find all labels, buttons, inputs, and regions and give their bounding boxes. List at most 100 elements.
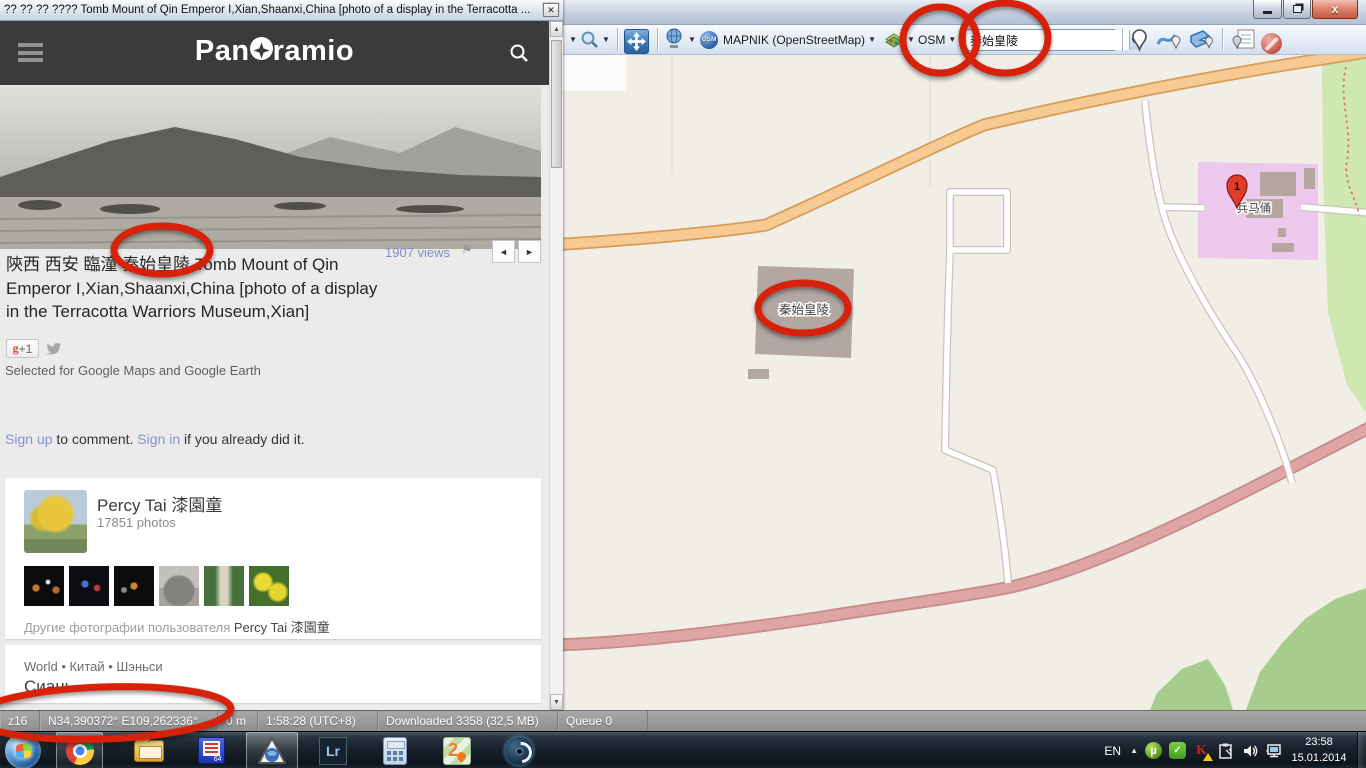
next-photo-button[interactable]: ► [518,240,541,263]
fullscreen-button[interactable] [624,27,649,56]
network-tray-icon[interactable] [1265,742,1282,759]
status-elevation: 0 m [218,711,258,732]
window-controls: x [1252,0,1358,19]
taskbar-lightroom-button[interactable]: Lr [312,732,354,768]
toolbar-separator [657,28,658,51]
status-downloaded: Downloaded 3358 (32,5 MB) [378,711,558,732]
breadcrumb[interactable]: World • Китай • Шэньси [24,659,163,674]
status-coordinates: N34,390372° E109,262336° [40,711,218,732]
tray-time: 23:58 [1286,734,1352,750]
scroll-down-button[interactable]: ▼ [550,694,563,710]
active-layer-button[interactable]: OSM MAPNIK (OpenStreetMap) ▼ [700,25,876,54]
swirl-eye-icon [505,737,533,765]
kaspersky-tray-icon[interactable]: K [1193,742,1210,759]
hide-placemarks-button[interactable] [1261,29,1282,58]
signin-link[interactable]: Sign in [137,431,180,447]
clock[interactable]: 23:58 15.01.2014 [1286,734,1352,766]
scroll-up-button[interactable]: ▲ [550,21,563,37]
twitter-button[interactable] [42,339,62,358]
prev-photo-button[interactable]: ◄ [492,240,515,263]
thumbnail[interactable] [249,566,289,606]
calculator-icon [383,737,407,765]
avatar[interactable] [24,490,87,553]
panoramio-header: Panramio [0,21,549,85]
museum-label: 兵马俑 [1237,201,1272,215]
language-indicator[interactable]: EN [1104,744,1121,758]
restore-button[interactable] [1283,0,1311,19]
signup-link[interactable]: Sign up [5,431,52,447]
close-window-button[interactable]: x [1312,0,1358,19]
globe-stand-icon [664,28,685,51]
toolbar-separator [617,28,618,51]
add-placemark-button[interactable] [1130,25,1149,54]
add-path-button[interactable] [1156,25,1182,54]
tray-expand-button[interactable]: ▲ [1130,746,1138,755]
user-name[interactable]: Percy Tai 漆園童 [97,491,222,516]
start-button[interactable] [5,733,41,768]
thumbnail[interactable] [24,566,64,606]
folder-icon [134,740,164,762]
google-plus-button[interactable]: g+1 [6,339,39,358]
desktop: x ▼ ▼ [0,0,1366,768]
scrollbar-thumb[interactable] [551,40,562,168]
flag-icon[interactable]: ⚑ [461,242,473,258]
lightroom-icon: Lr [319,737,347,765]
fullscreen-icon [624,29,649,54]
map-canvas[interactable]: 秦始皇陵 兵马俑 1 [556,55,1366,710]
search-provider-button[interactable]: OSM ▼ [918,25,956,54]
tomb-label: 秦始皇陵 [779,303,830,317]
taskbar-sas-planet-button[interactable] [246,732,298,768]
more-photos-link[interactable]: Другие фотографии пользователя Percy Tai… [24,617,330,636]
thumbnail[interactable] [159,566,199,606]
taskbar-calculator-button[interactable] [374,732,416,768]
hidden-tool-dropdown[interactable]: ▼ [566,25,577,54]
location-card: World • Китай • Шэньси Сиань [5,645,541,703]
layers-icon [884,30,904,50]
osm-map: 秦始皇陵 兵马俑 1 [556,55,1366,710]
taskbar-browser2-button[interactable] [498,732,540,768]
logo-star-icon [250,37,273,60]
search-input[interactable] [966,30,1129,50]
thumbnail[interactable] [69,566,109,606]
comment-prompt: Sign up to comment. Sign in if you alrea… [5,431,305,447]
browser-scrollbar[interactable]: ▲ ▼ [549,21,563,710]
browser-window: ?? ?? ?? ???? Tomb Mount of Qin Emperor … [0,0,563,710]
status-queue: Queue 0 [558,711,648,732]
status-zoom: z16 [0,711,40,732]
user-card: Percy Tai 漆園童 17851 photos Другие фотогр… [5,478,541,639]
system-tray: EN ▲ µ ✓ K [1104,732,1282,768]
search-icon [509,43,529,63]
thumbnail[interactable] [114,566,154,606]
magnifier-icon [580,30,599,49]
status-time: 1:58:28 (UTC+8) [258,711,378,732]
show-desktop-button[interactable] [1357,732,1366,768]
minimize-button[interactable] [1253,0,1282,19]
floppy-disk-icon: 64 [198,737,225,764]
zoom-tool-button[interactable]: ▼ [580,25,610,54]
thumbnail-strip [24,566,289,606]
taskbar-floppy-app-button[interactable]: 64 [190,732,232,768]
placemark-list-icon [1231,28,1257,52]
chrome-icon [66,737,94,765]
add-polygon-button[interactable] [1188,25,1216,54]
taskbar-2gis-button[interactable]: 2 [436,732,478,768]
user-photo-count: 17851 photos [97,515,176,530]
panoramio-logo: Panramio [0,35,549,68]
taskbar-chrome-button[interactable] [56,732,103,768]
utorrent-tray-icon[interactable]: µ [1145,742,1162,759]
location-city[interactable]: Сиань [24,677,73,697]
update-ok-tray-icon[interactable]: ✓ [1169,742,1186,759]
browser-close-button[interactable]: ✕ [543,3,559,17]
header-search-button[interactable] [509,43,529,68]
volume-tray-icon[interactable] [1241,742,1258,759]
placemark-manager-button[interactable] [1231,25,1257,54]
taskbar-file-manager-button[interactable] [128,732,170,768]
placemark-icon [1130,28,1149,52]
map-source-button[interactable]: ▼ [664,25,696,54]
map-pin-2-icon: 2 [443,737,471,765]
layers-button[interactable]: ▼ [884,25,915,54]
photo-caption: 陝西 西安 臨潼 秦始皇陵 Tomb Mount of Qin Emperor … [6,253,378,324]
browser-titlebar[interactable]: ?? ?? ?? ???? Tomb Mount of Qin Emperor … [0,0,563,21]
clipboard-tray-icon[interactable] [1217,742,1234,759]
thumbnail[interactable] [204,566,244,606]
